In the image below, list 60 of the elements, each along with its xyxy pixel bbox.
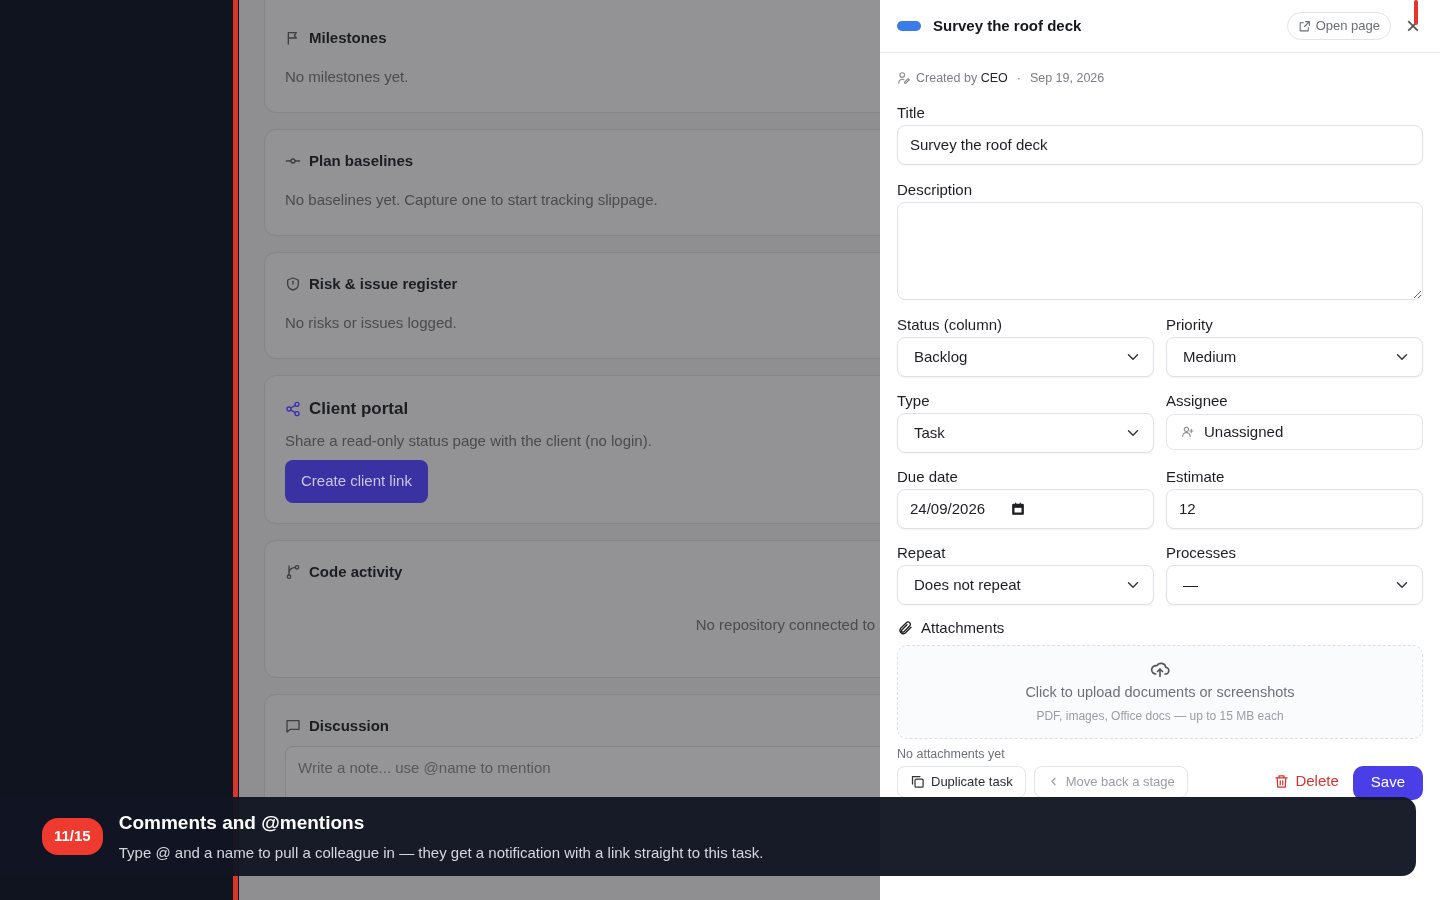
field-label: Priority <box>1166 315 1214 334</box>
empty-message: No repository connected to <box>695 616 875 633</box>
card-title: Milestones <box>309 28 387 48</box>
empty-message: No baselines yet. Capture one to start tracking slippage. <box>285 189 659 210</box>
tour-text: Type @ and a name to pull a colleague in — they get a notification with a link straight to this task. <box>118 842 764 863</box>
card-title: Code activity <box>309 561 403 582</box>
upload-hint: PDF, images, Office docs — up to 15 MB each <box>1036 707 1284 725</box>
upload-dropzone[interactable]: Click to upload documents or screenshots PDF, images, Office docs — up to 15 MB each <box>897 644 1423 739</box>
tour-title: Comments and @mentions <box>118 811 366 835</box>
empty-message: No milestones yet. <box>285 66 410 87</box>
field-label: Type <box>897 391 931 410</box>
description-text: Share a read-only status page with the client (no login). <box>285 430 653 451</box>
card-title: Discussion <box>309 716 390 736</box>
field-label: Processes <box>1166 543 1238 562</box>
calendar-icon <box>1011 501 1026 516</box>
select-field[interactable]: Backlog <box>897 336 1154 377</box>
field-label: Description <box>897 180 974 199</box>
trash-icon <box>1274 774 1290 789</box>
card-title: Plan baselines <box>309 151 414 171</box>
step-badge: 11/15 <box>42 818 103 855</box>
shield-icon <box>285 276 301 293</box>
user-edit-icon <box>897 71 911 86</box>
description-field[interactable] <box>897 201 1423 300</box>
open-page-button[interactable]: Open page <box>1286 12 1391 40</box>
empty-message: No risks or issues logged. <box>285 312 458 333</box>
select-field[interactable]: Does not repeat <box>897 564 1154 605</box>
branch-icon <box>285 563 301 580</box>
card-title: Client portal <box>309 398 409 420</box>
select-field[interactable]: Task <box>897 412 1154 453</box>
copy-icon <box>910 774 925 789</box>
save-button[interactable]: Save <box>1352 765 1423 800</box>
select-field[interactable]: Medium <box>1166 336 1423 377</box>
field-label: Repeat <box>897 543 947 562</box>
empty-message: No attachments yet <box>897 745 1006 763</box>
field-label: Title <box>897 103 926 122</box>
created-date: Sep 19, 2026 <box>1029 70 1105 87</box>
separator-dot: · <box>1016 70 1021 87</box>
field-label: Status (column) <box>897 315 1004 334</box>
field-label: Due date <box>897 467 959 486</box>
creator-text: Created by CEO <box>916 70 1008 87</box>
select-field[interactable]: — <box>1166 564 1423 605</box>
field-label: Estimate <box>1166 467 1226 486</box>
create-link-button[interactable]: Create client link <box>285 460 428 503</box>
estimate-field[interactable]: 12 <box>1166 488 1423 529</box>
card-title: Risk & issue register <box>309 274 458 294</box>
date-field[interactable]: 24/09/2026 <box>897 488 1154 529</box>
external-link-icon <box>1297 19 1311 33</box>
comment-icon <box>285 718 301 735</box>
panel-title: Survey the roof deck <box>933 15 1082 36</box>
duplicate-button[interactable]: Duplicate task <box>897 765 1026 798</box>
paperclip-icon <box>897 619 913 636</box>
section-label: Attachments <box>921 618 1005 637</box>
field-label: Assignee <box>1166 391 1229 410</box>
assignee-field[interactable]: Unassigned <box>1166 413 1423 450</box>
color-pill <box>897 21 921 31</box>
person-icon <box>1181 425 1194 439</box>
share-icon <box>285 400 301 417</box>
title-field[interactable]: Survey the roof deck <box>897 124 1423 165</box>
delete-button[interactable]: Delete <box>1268 765 1345 798</box>
upload-text: Click to upload documents or screenshots <box>1025 682 1295 702</box>
